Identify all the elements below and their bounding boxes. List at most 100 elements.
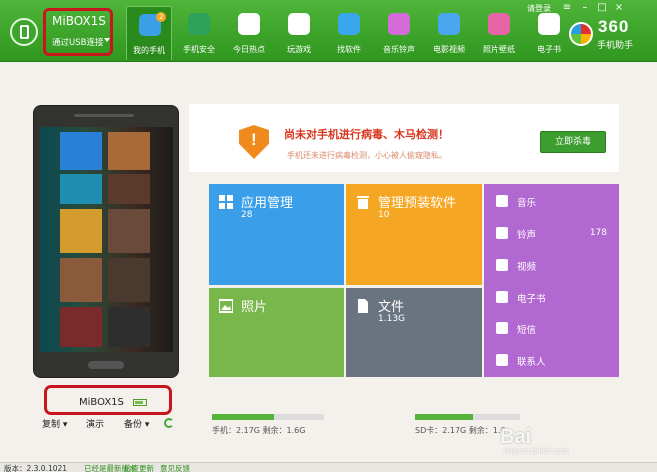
tile-count: 1.13G	[378, 314, 406, 324]
nav-item-1[interactable]: 手机安全	[176, 6, 222, 60]
nav-icon	[288, 13, 310, 35]
photos-tile[interactable]: 照片	[209, 288, 344, 377]
logo-subtitle: 手机助手	[597, 41, 634, 51]
tile-title: 文件	[378, 300, 405, 315]
list-item-label: 联系人	[517, 357, 546, 368]
nav-item-8[interactable]: 电子书	[526, 6, 572, 60]
menu-icon[interactable]: ≡	[560, 2, 574, 14]
nav-item-5[interactable]: 音乐铃声	[376, 6, 422, 60]
login-link[interactable]: 请登录	[527, 3, 551, 14]
chevron-down-icon[interactable]	[104, 38, 110, 42]
preinstalled-apps-tile[interactable]: 管理预装软件 10	[346, 184, 482, 285]
nav-label: 我的手机	[133, 46, 165, 55]
nav-label: 电影视频	[433, 45, 465, 54]
list-item-label: 视频	[517, 262, 537, 273]
phone-screen[interactable]	[40, 127, 173, 352]
battery-icon	[133, 399, 147, 406]
device-name[interactable]: MiBOX1S	[52, 14, 106, 28]
copy-button[interactable]: 复制 ▾	[42, 417, 67, 430]
alert-subtitle: 手机还未进行病毒检测，小心被人偷窥隐私。	[287, 151, 447, 160]
scan-now-button[interactable]: 立即杀毒	[540, 131, 606, 153]
backup-button[interactable]: 备份 ▾	[124, 417, 149, 430]
nav-icon	[488, 13, 510, 35]
nav-item-4[interactable]: 找软件	[326, 6, 372, 60]
nav-label: 玩游戏	[287, 45, 311, 54]
ebook-icon	[496, 291, 508, 303]
contacts-icon	[496, 354, 508, 366]
sms-icon	[496, 322, 508, 334]
list-item-label: 短信	[517, 325, 537, 336]
minimize-icon[interactable]: –	[578, 2, 592, 14]
video-icon	[496, 259, 508, 271]
nav-item-6[interactable]: 电影视频	[426, 6, 472, 60]
screen-tile	[108, 258, 150, 302]
nav-label: 音乐铃声	[383, 45, 415, 54]
nav-item-7[interactable]: 照片壁纸	[476, 6, 522, 60]
device-phone-icon	[10, 18, 38, 46]
grid-icon	[219, 195, 233, 209]
phone-home-button	[88, 361, 124, 369]
screen-tile	[108, 209, 150, 253]
list-item-ebook[interactable]: 电子书	[484, 282, 619, 312]
watermark-url: jingyan.baidu.com	[504, 447, 569, 455]
screen-tile	[60, 209, 102, 253]
demo-button[interactable]: 演示	[86, 417, 104, 430]
app-manager-tile[interactable]: 应用管理 28	[209, 184, 344, 285]
files-tile[interactable]: 文件 1.13G	[346, 288, 482, 377]
screen-tile	[108, 174, 150, 204]
trash-icon	[356, 195, 370, 209]
screen-tile	[108, 307, 150, 347]
logo-icon	[569, 22, 593, 46]
close-icon[interactable]: ×	[612, 2, 626, 14]
check-update-link[interactable]: 检查更新	[124, 463, 154, 472]
logo-text: 360	[598, 17, 630, 36]
nav-label: 手机安全	[183, 45, 215, 54]
phone-speaker	[74, 114, 134, 117]
phone-actions: 复制 ▾ 演示 备份 ▾	[40, 417, 180, 431]
screen-tile	[60, 132, 102, 170]
nav-label: 照片壁纸	[483, 45, 515, 54]
sd-storage-text: SD卡：2.17G 剩余：1.6	[415, 426, 506, 435]
feedback-link[interactable]: 意见反馈	[160, 463, 190, 472]
alert-title: 尚未对手机进行病毒、木马检测！	[284, 128, 449, 141]
list-item-ringtone[interactable]: 铃声 178	[484, 218, 619, 248]
nav-item-3[interactable]: 玩游戏	[276, 6, 322, 60]
nav-icon	[188, 13, 210, 35]
list-item-count: 178	[589, 228, 607, 238]
tile-count: 10	[378, 210, 390, 220]
nav-label: 电子书	[537, 45, 561, 54]
notification-badge: 2	[156, 12, 167, 22]
phone-model-label: MiBOX1S	[79, 397, 124, 408]
nav-item-0[interactable]: 2 我的手机	[126, 6, 172, 60]
version-text: 版本：2.3.0.1021	[4, 464, 68, 472]
screen-tile	[108, 132, 150, 170]
exclamation-icon: !	[251, 130, 257, 149]
tile-title: 应用管理	[241, 196, 294, 211]
list-item-label: 音乐	[517, 198, 537, 209]
nav-icon	[438, 13, 460, 35]
list-item-contacts[interactable]: 联系人	[484, 345, 619, 375]
device-connection-dropdown[interactable]: 通过USB连接	[52, 36, 103, 48]
refresh-icon[interactable]	[164, 418, 174, 428]
media-list: 音乐 铃声 178 视频 电子书 短信 联系人	[484, 184, 619, 377]
screen-tile	[60, 307, 102, 347]
screen-tile	[60, 174, 102, 204]
phone-storage-bar	[212, 414, 324, 420]
tile-title: 照片	[241, 300, 268, 315]
ringtone-icon	[496, 227, 508, 239]
photo-icon	[218, 299, 234, 313]
sd-storage-bar	[415, 414, 520, 420]
nav-icon	[538, 13, 560, 35]
nav-item-2[interactable]: 今日热点	[226, 6, 272, 60]
nav-label: 找软件	[337, 45, 361, 54]
nav-icon	[388, 13, 410, 35]
file-icon	[356, 299, 370, 313]
nav-icon	[338, 13, 360, 35]
phone-preview[interactable]	[33, 105, 179, 378]
nav-icon	[238, 13, 260, 35]
maximize-icon[interactable]: □	[595, 2, 609, 14]
list-item-music[interactable]: 音乐	[484, 186, 619, 216]
phone-storage-text: 手机：2.17G 剩余：1.6G	[212, 426, 306, 435]
list-item-sms[interactable]: 短信	[484, 313, 619, 343]
list-item-video[interactable]: 视频	[484, 250, 619, 280]
